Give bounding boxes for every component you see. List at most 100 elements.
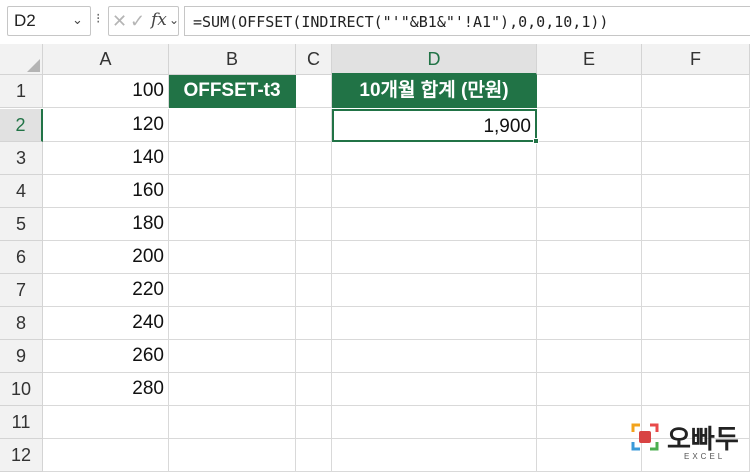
row-header-8[interactable]: 8 [0,307,43,340]
row-header-3[interactable]: 3 [0,142,43,175]
cell-b2[interactable] [169,109,296,142]
cell-a10[interactable]: 280 [43,373,169,406]
cell-e8[interactable] [537,307,642,340]
cell-a8[interactable]: 240 [43,307,169,340]
cell-a1[interactable]: 100 [43,75,169,108]
cell-e11[interactable] [537,406,642,439]
cell-f7[interactable] [642,274,750,307]
cell-c11[interactable] [296,406,332,439]
cell-d6[interactable] [332,241,537,274]
cell-b3[interactable] [169,142,296,175]
insert-function-icon[interactable]: fx [151,10,167,30]
cell-b9[interactable] [169,340,296,373]
cell-a2[interactable]: 120 [43,109,169,142]
row-header-5[interactable]: 5 [0,208,43,241]
cell-d4[interactable] [332,175,537,208]
cell-b4[interactable] [169,175,296,208]
column-header-b[interactable]: B [169,44,296,75]
cell-e3[interactable] [537,142,642,175]
enter-icon[interactable]: ✓ [130,11,145,32]
column-header-e[interactable]: E [537,44,642,75]
cell-c9[interactable] [296,340,332,373]
cell-a11[interactable] [43,406,169,439]
cell-a5[interactable]: 180 [43,208,169,241]
formula-input[interactable]: =SUM(OFFSET(INDIRECT("'"&B1&"'!A1"),0,0,… [184,6,750,36]
cell-b5[interactable] [169,208,296,241]
cell-a4[interactable]: 160 [43,175,169,208]
cell-f2[interactable] [642,109,750,142]
cell-d3[interactable] [332,142,537,175]
cell-a6[interactable]: 200 [43,241,169,274]
cell-d10[interactable] [332,373,537,406]
cell-a3[interactable]: 140 [43,142,169,175]
cell-b1[interactable]: OFFSET-t3 [169,75,296,108]
logo-subtext: EXCEL [684,452,726,461]
cell-f9[interactable] [642,340,750,373]
cell-d8[interactable] [332,307,537,340]
cell-f5[interactable] [642,208,750,241]
cell-e5[interactable] [537,208,642,241]
fill-handle[interactable] [533,138,539,144]
more-options-icon[interactable]: ⁝ [96,10,100,27]
cell-f3[interactable] [642,142,750,175]
cell-e6[interactable] [537,241,642,274]
cancel-icon[interactable]: ✕ [112,11,127,32]
cell-a7[interactable]: 220 [43,274,169,307]
cell-a9[interactable]: 260 [43,340,169,373]
cell-c6[interactable] [296,241,332,274]
cell-a12[interactable] [43,439,169,472]
cell-f1[interactable] [642,75,750,108]
formula-bar-area: D2 ⌄ ⁝ ✕ ✓ fx ⌄ =SUM(OFFSET(INDIRECT("'"… [0,0,750,44]
cell-c12[interactable] [296,439,332,472]
column-header-c[interactable]: C [296,44,332,75]
cell-f4[interactable] [642,175,750,208]
row-header-9[interactable]: 9 [0,340,43,373]
row-header-4[interactable]: 4 [0,175,43,208]
cell-e2[interactable] [537,109,642,142]
cell-f8[interactable] [642,307,750,340]
column-header-d[interactable]: D [332,44,537,75]
row-header-11[interactable]: 11 [0,406,43,439]
cell-f10[interactable] [642,373,750,406]
cell-c8[interactable] [296,307,332,340]
cell-d12[interactable] [332,439,537,472]
cell-c10[interactable] [296,373,332,406]
cell-d1[interactable]: 10개월 합계 (만원) [332,75,537,108]
cell-d5[interactable] [332,208,537,241]
cell-f6[interactable] [642,241,750,274]
cell-c3[interactable] [296,142,332,175]
cell-c7[interactable] [296,274,332,307]
chevron-down-icon[interactable]: ⌄ [72,12,83,28]
cell-d2[interactable]: 1,900 [332,109,537,142]
cell-c2[interactable] [296,109,332,142]
cell-b7[interactable] [169,274,296,307]
row-header-12[interactable]: 12 [0,439,43,472]
cell-d9[interactable] [332,340,537,373]
cell-b11[interactable] [169,406,296,439]
cell-d11[interactable] [332,406,537,439]
cell-e1[interactable] [537,75,642,108]
cell-b10[interactable] [169,373,296,406]
logo-text: 오빠두 [667,424,739,454]
chevron-down-icon[interactable]: ⌄ [169,13,179,27]
cell-c1[interactable] [296,75,332,108]
row-header-2[interactable]: 2 [0,109,43,142]
column-header-f[interactable]: F [642,44,750,75]
cell-d7[interactable] [332,274,537,307]
oppadu-logo: 오빠두 EXCEL [630,418,740,466]
cell-e4[interactable] [537,175,642,208]
row-header-6[interactable]: 6 [0,241,43,274]
row-header-10[interactable]: 10 [0,373,43,406]
cell-c4[interactable] [296,175,332,208]
cell-e7[interactable] [537,274,642,307]
cell-b8[interactable] [169,307,296,340]
cell-b6[interactable] [169,241,296,274]
cell-c5[interactable] [296,208,332,241]
cell-e12[interactable] [537,439,642,472]
cell-b12[interactable] [169,439,296,472]
cell-e10[interactable] [537,373,642,406]
row-header-7[interactable]: 7 [0,274,43,307]
row-header-1[interactable]: 1 [0,75,43,108]
cell-e9[interactable] [537,340,642,373]
column-header-a[interactable]: A [43,44,169,75]
